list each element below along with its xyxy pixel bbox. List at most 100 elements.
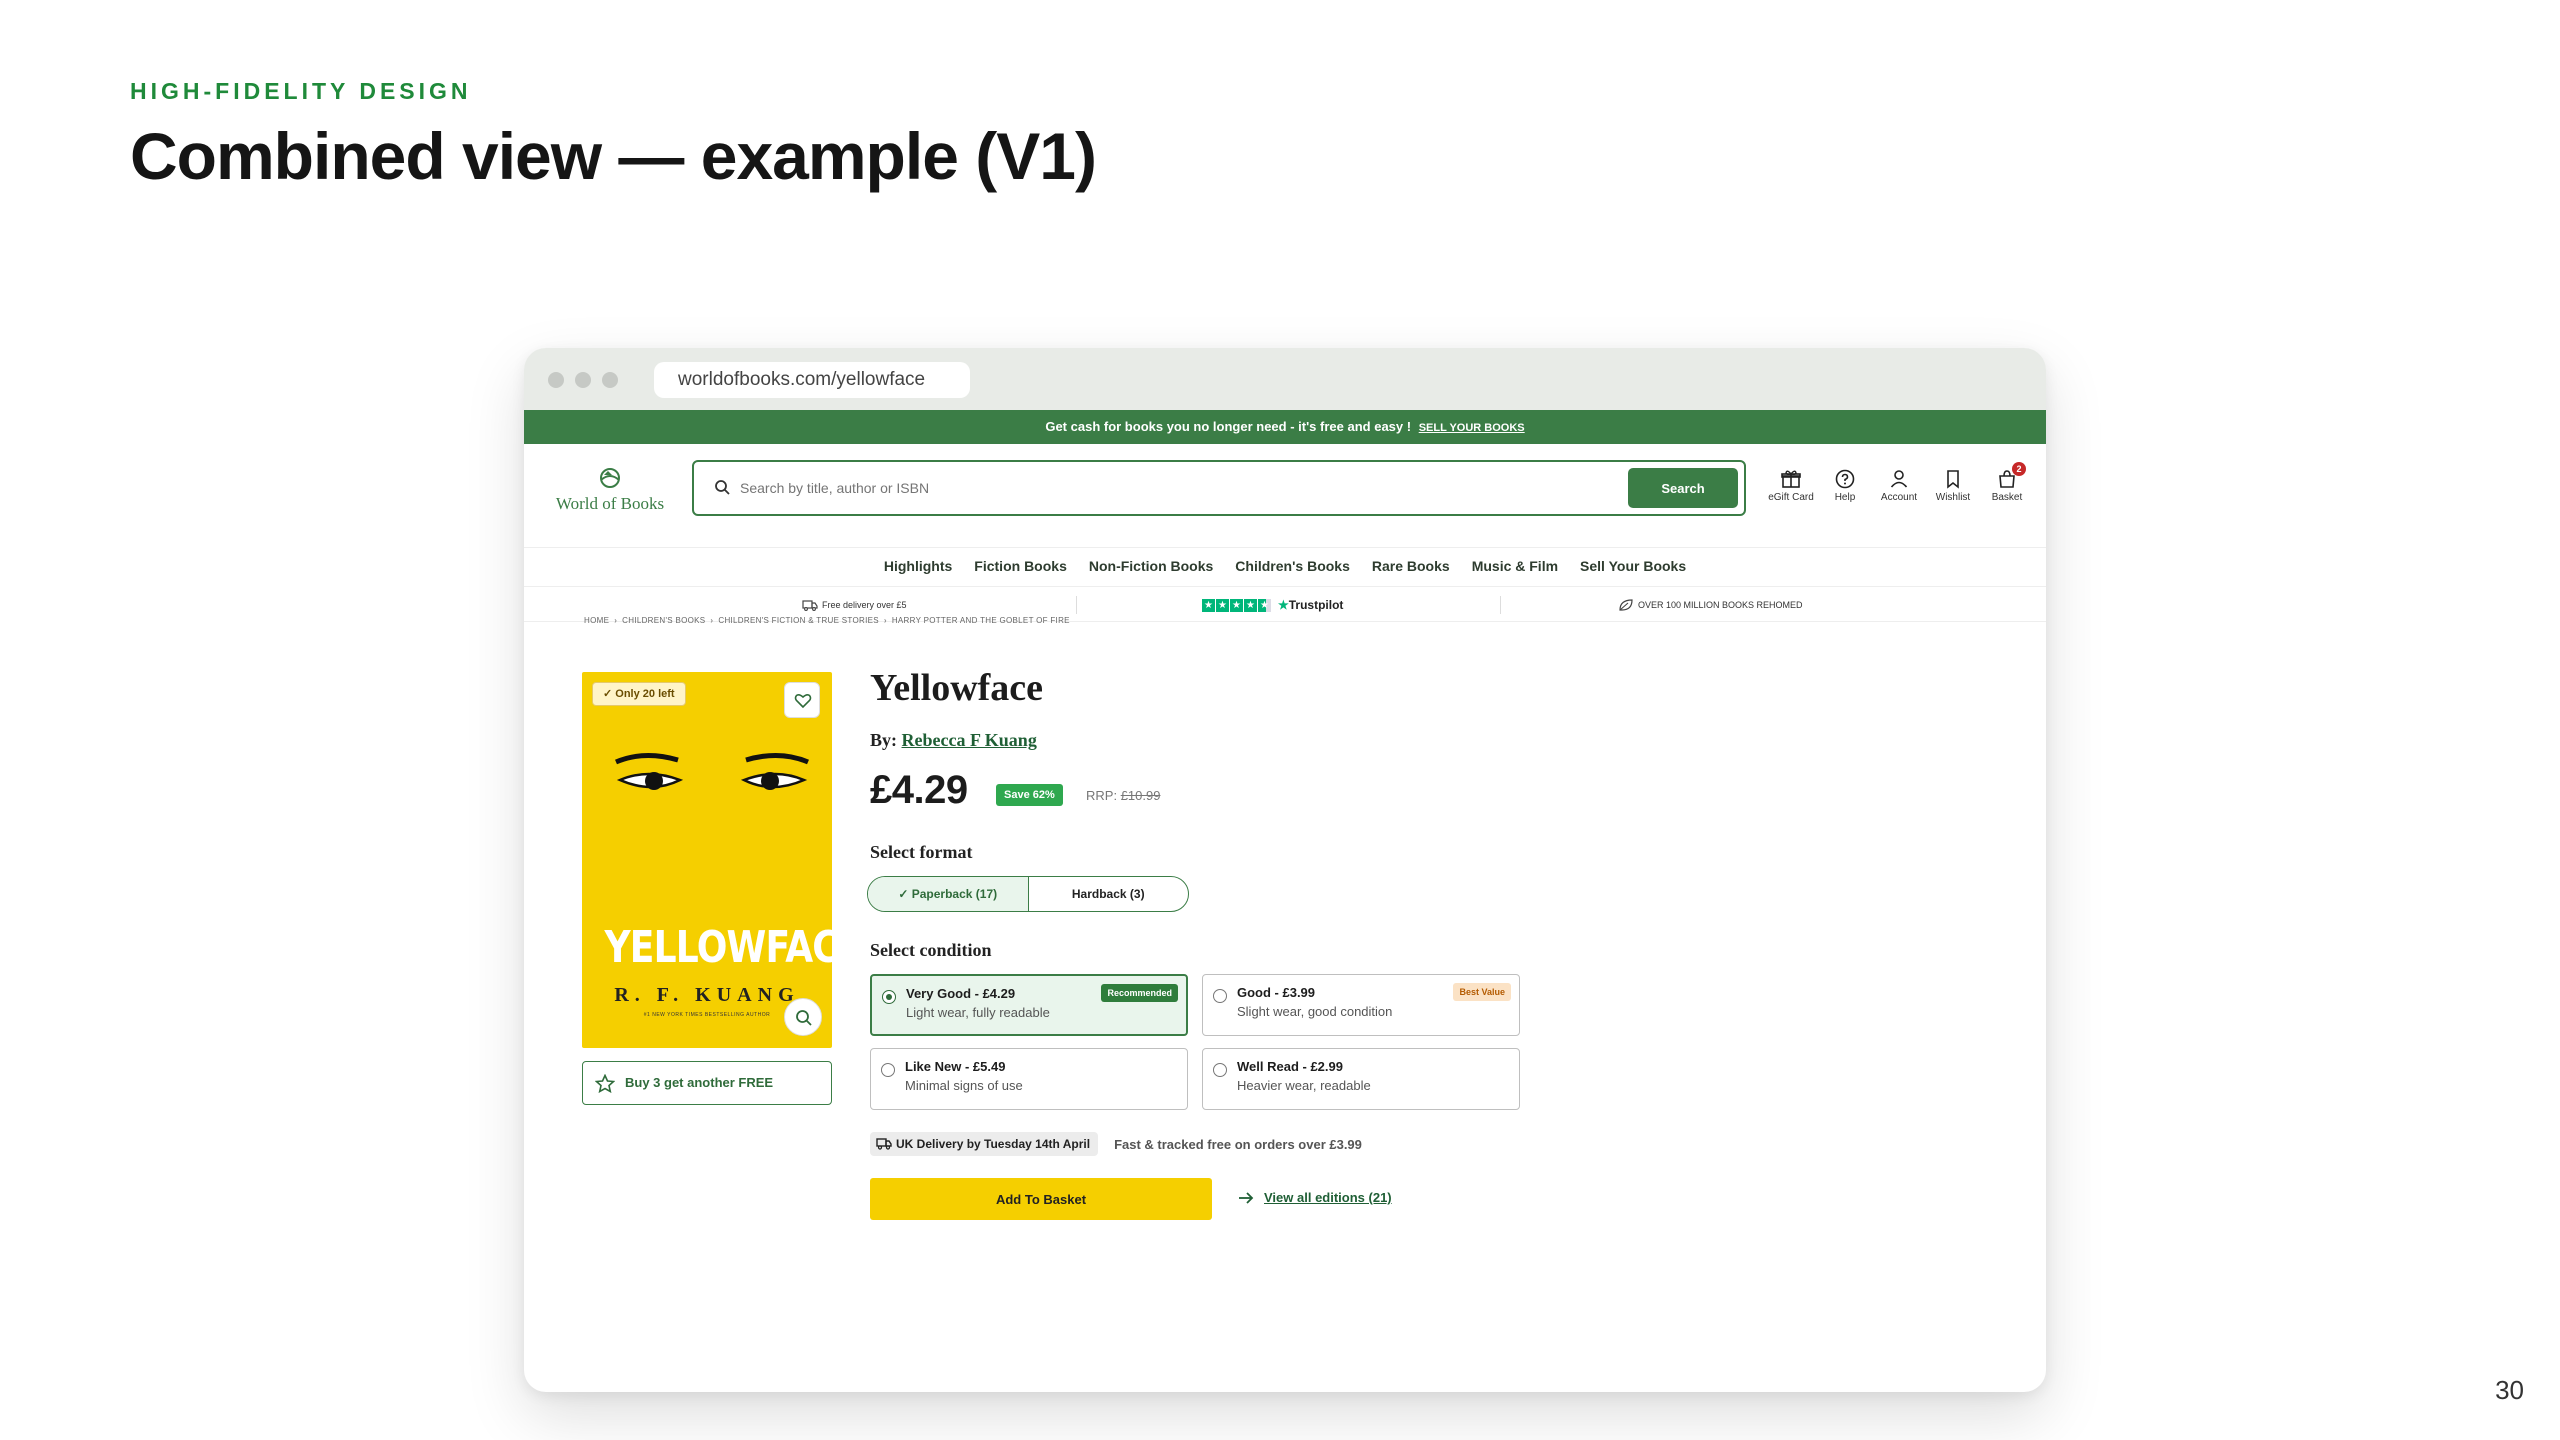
site-logo[interactable]: World of Books xyxy=(552,466,668,513)
trust-rehomed: OVER 100 MILLION BOOKS REHOMED xyxy=(1618,587,1803,623)
browser-window: worldofbooks.com/yellowface Get cash for… xyxy=(524,348,2046,1392)
account-button[interactable]: Account xyxy=(1872,468,1926,503)
multibuy-offer-button[interactable]: Buy 3 get another FREE xyxy=(582,1061,832,1105)
heart-icon xyxy=(794,693,812,709)
recommended-badge: Recommended xyxy=(1101,984,1178,1002)
promo-text: Get cash for books you no longer need - … xyxy=(1045,419,1412,434)
add-to-basket-button[interactable]: Add To Basket xyxy=(870,1178,1212,1220)
nav-sell-your-books[interactable]: Sell Your Books xyxy=(1580,548,1686,584)
slide-eyebrow: HIGH-FIDELITY DESIGN xyxy=(130,78,472,104)
nav-music-film[interactable]: Music & Film xyxy=(1472,548,1558,584)
check-icon: ✓ xyxy=(603,688,616,700)
trust-divider xyxy=(1076,596,1077,614)
add-to-wishlist-button[interactable] xyxy=(784,682,820,718)
zoom-icon xyxy=(796,1010,812,1026)
view-all-editions-link[interactable]: View all editions (21) xyxy=(1238,1190,1392,1205)
radio-selected[interactable] xyxy=(882,990,896,1004)
format-selector: ✓ Paperback (17) Hardback (3) xyxy=(867,876,1189,912)
leaf-icon xyxy=(1619,599,1633,611)
truck-icon xyxy=(802,600,818,611)
product-title: Yellowface xyxy=(870,667,1044,709)
help-label: Help xyxy=(1834,492,1856,503)
promo-banner: Get cash for books you no longer need - … xyxy=(524,410,2046,444)
condition-very-good[interactable]: Very Good - £4.29 Light wear, fully read… xyxy=(870,974,1188,1036)
radio-unselected[interactable] xyxy=(881,1063,895,1077)
zoom-cover-button[interactable] xyxy=(784,998,822,1036)
wishlist-label: Wishlist xyxy=(1935,492,1971,503)
browser-chrome: worldofbooks.com/yellowface xyxy=(524,348,2046,410)
help-button[interactable]: Help xyxy=(1818,468,1872,503)
nav-childrens-books[interactable]: Children's Books xyxy=(1235,548,1350,584)
radio-unselected[interactable] xyxy=(1213,1063,1227,1077)
condition-subtitle: Slight wear, good condition xyxy=(1237,1004,1393,1019)
nav-fiction-books[interactable]: Fiction Books xyxy=(974,548,1067,584)
logo-text: World of Books xyxy=(555,494,665,513)
account-label: Account xyxy=(1880,492,1918,503)
format-hardback[interactable]: Hardback (3) xyxy=(1029,877,1189,911)
address-bar[interactable]: worldofbooks.com/yellowface xyxy=(654,362,970,398)
wishlist-button[interactable]: Wishlist xyxy=(1926,468,1980,503)
condition-subtitle: Heavier wear, readable xyxy=(1237,1078,1371,1093)
search-input[interactable] xyxy=(740,462,1620,514)
cover-eyes-artwork xyxy=(615,752,809,790)
offer-label: Buy 3 get another FREE xyxy=(625,1075,774,1090)
site-header: World of Books Search eGift Card Help Ac… xyxy=(524,444,2046,548)
radio-unselected[interactable] xyxy=(1213,989,1227,1003)
truck-icon xyxy=(876,1138,892,1150)
delivery-date-pill: UK Delivery by Tuesday 14th April xyxy=(870,1132,1099,1156)
condition-good[interactable]: Good - £3.99 Slight wear, good condition… xyxy=(1202,974,1520,1036)
condition-heading: Select condition xyxy=(870,940,992,960)
cover-title: YELLOWFACE xyxy=(604,922,833,973)
nav-rare-books[interactable]: Rare Books xyxy=(1372,548,1450,584)
basket-button[interactable]: 2 Basket xyxy=(1980,462,2034,503)
trust-divider xyxy=(1500,596,1501,614)
delivery-info: UK Delivery by Tuesday 14th April Fast &… xyxy=(870,1132,1362,1156)
egift-card-label: eGift Card xyxy=(1768,492,1814,503)
promo-sell-link[interactable]: SELL YOUR BOOKS xyxy=(1419,422,1525,434)
condition-like-new[interactable]: Like New - £5.49 Minimal signs of use xyxy=(870,1048,1188,1110)
search-button[interactable]: Search xyxy=(1628,468,1738,508)
breadcrumb-childrens-fiction[interactable]: CHILDREN'S FICTION & TRUE STORIES xyxy=(718,616,879,625)
book-cover[interactable]: ✓ Only 20 left YELLOWFACE R. F. KUANG #1… xyxy=(582,672,832,1048)
basket-count-badge: 2 xyxy=(2012,462,2026,476)
condition-subtitle: Minimal signs of use xyxy=(905,1078,1023,1093)
arrow-right-icon xyxy=(1239,1191,1254,1204)
product-byline: By: Rebecca F Kuang xyxy=(870,730,1037,751)
chevron-right-icon: › xyxy=(883,616,887,625)
breadcrumb-childrens-books[interactable]: CHILDREN'S BOOKS xyxy=(622,616,705,625)
author-link[interactable]: Rebecca F Kuang xyxy=(902,730,1037,750)
trustpilot-rating[interactable]: ★ ★ ★ ★ ★ ★Trustpilot xyxy=(1202,587,1343,623)
by-label: By: xyxy=(870,730,897,750)
rrp-price: RRP: £10.99 xyxy=(1086,788,1160,803)
trust-delivery-text: Free delivery over £5 xyxy=(822,600,907,610)
product-price: £4.29 xyxy=(870,768,968,812)
chevron-right-icon: › xyxy=(614,616,618,625)
stock-badge: ✓ Only 20 left xyxy=(592,682,686,706)
format-heading: Select format xyxy=(870,842,973,862)
basket-label: Basket xyxy=(1991,492,2023,503)
breadcrumb-current: HARRY POTTER AND THE GOBLET OF FIRE xyxy=(891,616,1070,625)
delivery-note: Fast & tracked free on orders over £3.99 xyxy=(1114,1136,1362,1152)
main-nav: Highlights Fiction Books Non-Fiction Boo… xyxy=(524,548,2046,584)
condition-subtitle: Light wear, fully readable xyxy=(906,1005,1050,1020)
window-minimize-dot[interactable] xyxy=(575,372,591,388)
egift-card-button[interactable]: eGift Card xyxy=(1764,468,1818,503)
trustpilot-stars: ★ ★ ★ ★ ★ xyxy=(1202,598,1272,612)
nav-non-fiction-books[interactable]: Non-Fiction Books xyxy=(1089,548,1213,584)
breadcrumb-home[interactable]: HOME xyxy=(584,616,609,625)
nav-highlights[interactable]: Highlights xyxy=(884,548,952,584)
window-close-dot[interactable] xyxy=(548,372,564,388)
star-outline-icon xyxy=(595,1074,615,1093)
best-value-badge: Best Value xyxy=(1453,983,1511,1001)
trust-rehomed-text: OVER 100 MILLION BOOKS REHOMED xyxy=(1638,600,1803,610)
rrp-value: £10.99 xyxy=(1120,788,1161,803)
search-bar: Search xyxy=(692,460,1746,516)
condition-title: Like New - £5.49 xyxy=(905,1059,1006,1074)
slide-title: Combined view — example (V1) xyxy=(130,119,1097,193)
account-icon xyxy=(1890,470,1908,488)
check-icon: ✓ xyxy=(898,887,912,901)
breadcrumb: HOME › CHILDREN'S BOOKS › CHILDREN'S FICTION… xyxy=(584,616,1070,625)
condition-well-read[interactable]: Well Read - £2.99 Heavier wear, readable xyxy=(1202,1048,1520,1110)
window-zoom-dot[interactable] xyxy=(602,372,618,388)
format-paperback[interactable]: ✓ Paperback (17) xyxy=(868,877,1029,911)
